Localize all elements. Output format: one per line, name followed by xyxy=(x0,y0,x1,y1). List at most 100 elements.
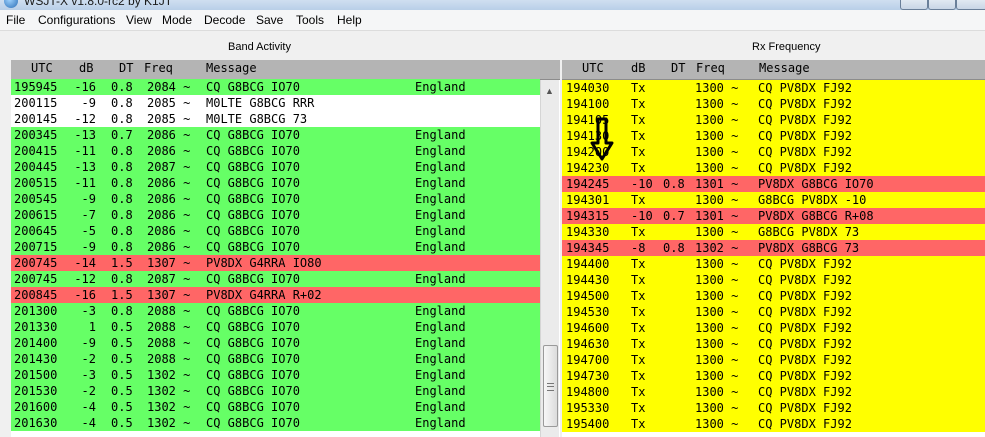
table-row[interactable]: 200615 -7 0.8 2086 ~ CQ G8BCG IO70 England xyxy=(11,207,540,223)
cell-msg: G8BCG PV8DX -10 xyxy=(758,193,867,207)
table-row[interactable]: 200715 -9 0.8 2086 ~ CQ G8BCG IO70 England xyxy=(11,239,540,255)
table-row[interactable]: 200115 -9 0.8 2085 ~ M0LTE G8BCG RRR xyxy=(11,95,540,111)
table-row[interactable]: 201300 -3 0.8 2088 ~ CQ G8BCG IO70 England xyxy=(11,303,540,319)
cell-utc: 194100 xyxy=(566,97,610,111)
menu-help[interactable]: Help xyxy=(337,13,362,27)
table-row[interactable]: 194030 Tx 1300 ~ CQ PV8DX FJ92 xyxy=(562,80,985,96)
cell-msg: PV8DX G4RRA R+02 xyxy=(206,288,322,302)
cell-db: Tx xyxy=(631,145,646,159)
cell-dt: 0.8 xyxy=(111,192,133,206)
table-row[interactable]: 200545 -9 0.8 2086 ~ CQ G8BCG IO70 England xyxy=(11,191,540,207)
table-row[interactable]: 194130 Tx 1300 ~ CQ PV8DX FJ92 xyxy=(562,128,985,144)
band-activity-title: Band Activity xyxy=(228,41,291,53)
cell-freq: 1300 ~ xyxy=(695,401,739,415)
cell-country: England xyxy=(415,208,466,222)
cell-msg: CQ PV8DX FJ92 xyxy=(758,401,852,415)
cell-freq: 2085 ~ xyxy=(147,96,191,110)
band-activity-table[interactable]: UTC dB DT Freq Message 195945 -16 0.8 2084 … xyxy=(11,60,560,437)
cell-country: England xyxy=(415,144,466,158)
table-row[interactable]: 195400 Tx 1300 ~ CQ PV8DX FJ92 xyxy=(562,416,985,432)
table-row[interactable]: 200445 -13 0.8 2087 ~ CQ G8BCG IO70 England xyxy=(11,159,540,175)
table-row[interactable]: 194245 -10 0.8 1301 ~ PV8DX G8BCG IO70 xyxy=(562,176,985,192)
table-row[interactable]: 194400 Tx 1300 ~ CQ PV8DX FJ92 xyxy=(562,256,985,272)
table-row[interactable]: 194315 -10 0.7 1301 ~ PV8DX G8BCG R+08 xyxy=(562,208,985,224)
menu-configurations[interactable]: Configurations xyxy=(38,13,115,27)
cell-utc: 194345 xyxy=(566,241,610,255)
table-row[interactable]: 194730 Tx 1300 ~ CQ PV8DX FJ92 xyxy=(562,368,985,384)
menu-save[interactable]: Save xyxy=(256,13,283,27)
cell-freq: 1300 ~ xyxy=(695,161,739,175)
cell-dt: 0.8 xyxy=(111,144,133,158)
table-row[interactable]: 201600 -4 0.5 1302 ~ CQ G8BCG IO70 England xyxy=(11,399,540,415)
cell-db: -4 xyxy=(81,416,96,430)
cell-country: England xyxy=(415,336,466,350)
table-row[interactable]: 194800 Tx 1300 ~ CQ PV8DX FJ92 xyxy=(562,384,985,400)
cell-db: Tx xyxy=(631,289,646,303)
table-row[interactable]: 194100 Tx 1300 ~ CQ PV8DX FJ92 xyxy=(562,96,985,112)
cell-freq: 2085 ~ xyxy=(147,112,191,126)
cell-db: Tx xyxy=(631,225,646,239)
cell-utc: 200745 xyxy=(14,256,58,270)
table-row[interactable]: 201630 -4 0.5 1302 ~ CQ G8BCG IO70 England xyxy=(11,415,540,431)
maximize-button[interactable] xyxy=(928,0,956,10)
table-row[interactable]: 200415 -11 0.8 2086 ~ CQ G8BCG IO70 England xyxy=(11,143,540,159)
table-row[interactable]: 194200 Tx 1300 ~ CQ PV8DX FJ92 xyxy=(562,144,985,160)
table-row[interactable]: 195945 -16 0.8 2084 ~ CQ G8BCG IO70 England xyxy=(11,79,540,95)
table-row[interactable]: 194330 Tx 1300 ~ G8BCG PV8DX 73 xyxy=(562,224,985,240)
cell-db: -9 xyxy=(81,336,96,350)
minimize-button[interactable] xyxy=(900,0,928,10)
table-row[interactable]: 194700 Tx 1300 ~ CQ PV8DX FJ92 xyxy=(562,352,985,368)
table-row[interactable]: 194430 Tx 1300 ~ CQ PV8DX FJ92 xyxy=(562,272,985,288)
cell-db: -9 xyxy=(81,192,96,206)
table-row[interactable]: 200345 -13 0.7 2086 ~ CQ G8BCG IO70 England xyxy=(11,127,540,143)
cell-msg: CQ G8BCG IO70 xyxy=(206,192,300,206)
table-row[interactable]: 194345 -8 0.8 1302 ~ PV8DX G8BCG 73 xyxy=(562,240,985,256)
table-row[interactable]: 194301 Tx 1300 ~ G8BCG PV8DX -10 xyxy=(562,192,985,208)
cell-freq: 1300 ~ xyxy=(695,97,739,111)
table-row[interactable]: 201430 -2 0.5 2088 ~ CQ G8BCG IO70 England xyxy=(11,351,540,367)
cell-dt: 1.5 xyxy=(111,288,133,302)
table-row[interactable]: 194600 Tx 1300 ~ CQ PV8DX FJ92 xyxy=(562,320,985,336)
table-row[interactable]: 200145 -12 0.8 2085 ~ M0LTE G8BCG 73 xyxy=(11,111,540,127)
cell-utc: 194600 xyxy=(566,321,610,335)
table-row[interactable]: 201530 -2 0.5 1302 ~ CQ G8BCG IO70 England xyxy=(11,383,540,399)
table-row[interactable]: 200645 -5 0.8 2086 ~ CQ G8BCG IO70 England xyxy=(11,223,540,239)
table-row[interactable]: 195330 Tx 1300 ~ CQ PV8DX FJ92 xyxy=(562,400,985,416)
cell-msg: M0LTE G8BCG 73 xyxy=(206,112,308,126)
table-row[interactable]: 194230 Tx 1300 ~ CQ PV8DX FJ92 xyxy=(562,160,985,176)
cell-country: England xyxy=(415,384,466,398)
cell-db: -2 xyxy=(81,352,96,366)
scroll-thumb[interactable] xyxy=(543,345,558,427)
cell-utc: 194330 xyxy=(566,225,610,239)
cell-utc: 194800 xyxy=(566,385,610,399)
rx-frequency-header: UTC dB DT Freq Message xyxy=(562,60,985,80)
cell-msg: CQ G8BCG IO70 xyxy=(206,304,300,318)
table-row[interactable]: 200745 -12 0.8 2087 ~ CQ G8BCG IO70 England xyxy=(11,271,540,287)
cell-utc: 194030 xyxy=(566,81,610,95)
table-row[interactable]: 201330 1 0.5 2088 ~ CQ G8BCG IO70 England xyxy=(11,319,540,335)
table-row[interactable]: 200745 -14 1.5 1307 ~ PV8DX G4RRA IO80 xyxy=(11,255,540,271)
menu-decode[interactable]: Decode xyxy=(204,13,245,27)
table-row[interactable]: 201500 -3 0.5 1302 ~ CQ G8BCG IO70 England xyxy=(11,367,540,383)
menu-view[interactable]: View xyxy=(126,13,152,27)
band-activity-scrollbar[interactable]: ▲ xyxy=(540,80,559,437)
cell-utc: 200345 xyxy=(14,128,58,142)
menu-mode[interactable]: Mode xyxy=(162,13,192,27)
table-row[interactable]: 201400 -9 0.5 2088 ~ CQ G8BCG IO70 England xyxy=(11,335,540,351)
window-title: WSJT-X v1.8.0-rc2 by K1JT xyxy=(24,0,173,8)
menu-file[interactable]: File xyxy=(6,13,25,27)
table-row[interactable]: 194530 Tx 1300 ~ CQ PV8DX FJ92 xyxy=(562,304,985,320)
close-button[interactable] xyxy=(956,0,985,10)
cell-country: England xyxy=(415,352,466,366)
table-row[interactable]: 194105 Tx 1300 ~ CQ PV8DX FJ92 xyxy=(562,112,985,128)
scroll-up-icon[interactable]: ▲ xyxy=(545,86,554,96)
rx-frequency-table[interactable]: UTC dB DT Freq Message 194030 Tx 1300 ~ CQ … xyxy=(562,60,985,437)
table-row[interactable]: 200845 -16 1.5 1307 ~ PV8DX G4RRA R+02 xyxy=(11,287,540,303)
cell-msg: CQ PV8DX FJ92 xyxy=(758,113,852,127)
table-row[interactable]: 200515 -11 0.8 2086 ~ CQ G8BCG IO70 England xyxy=(11,175,540,191)
cell-freq: 1300 ~ xyxy=(695,289,739,303)
cell-utc: 200715 xyxy=(14,240,58,254)
table-row[interactable]: 194500 Tx 1300 ~ CQ PV8DX FJ92 xyxy=(562,288,985,304)
menu-tools[interactable]: Tools xyxy=(296,13,324,27)
table-row[interactable]: 194630 Tx 1300 ~ CQ PV8DX FJ92 xyxy=(562,336,985,352)
